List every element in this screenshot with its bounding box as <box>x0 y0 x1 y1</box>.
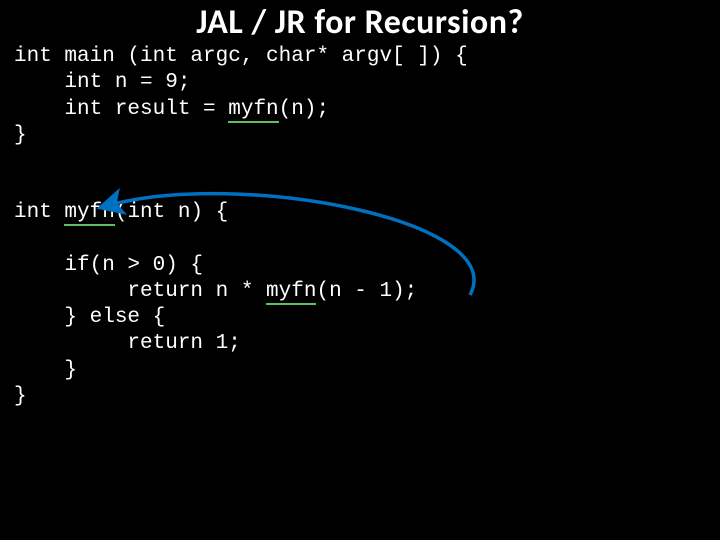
code-line: } <box>14 359 77 382</box>
code-line: } else { <box>14 306 165 329</box>
code-line: int main (int argc, char* argv[ ]) { <box>14 45 468 68</box>
code-block-main: int main (int argc, char* argv[ ]) { int… <box>14 44 468 149</box>
code-line: (n); <box>279 98 329 121</box>
slide: JAL / JR for Recursion? int main (int ar… <box>0 0 720 540</box>
code-line: return n * <box>14 280 266 303</box>
code-line: } <box>14 385 27 408</box>
code-line: (int n) { <box>115 201 228 224</box>
code-line: (n - 1); <box>316 280 417 303</box>
code-line: int n = 9; <box>14 71 190 94</box>
code-line: int result = <box>14 98 228 121</box>
code-line: int <box>14 201 64 224</box>
code-block-myfn: int myfn(int n) { if(n > 0) { return n *… <box>14 200 417 410</box>
slide-title: JAL / JR for Recursion? <box>0 2 720 43</box>
call-myfn-main: myfn <box>228 98 278 123</box>
code-line: } <box>14 124 27 147</box>
call-myfn-recursive: myfn <box>266 280 316 305</box>
code-line: return 1; <box>14 332 241 355</box>
def-myfn: myfn <box>64 201 114 226</box>
code-line: if(n > 0) { <box>14 254 203 277</box>
